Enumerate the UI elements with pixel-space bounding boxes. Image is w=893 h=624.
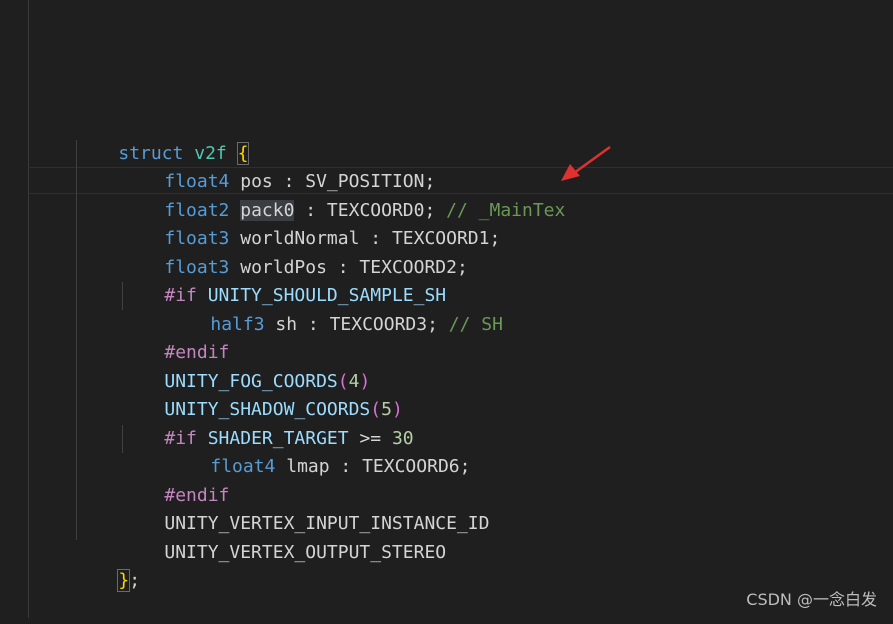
red-arrow-icon <box>561 145 611 181</box>
watermark: CSDN @一念白发 <box>746 590 877 609</box>
arrow-head <box>561 164 580 181</box>
arrow-shaft <box>573 145 611 175</box>
